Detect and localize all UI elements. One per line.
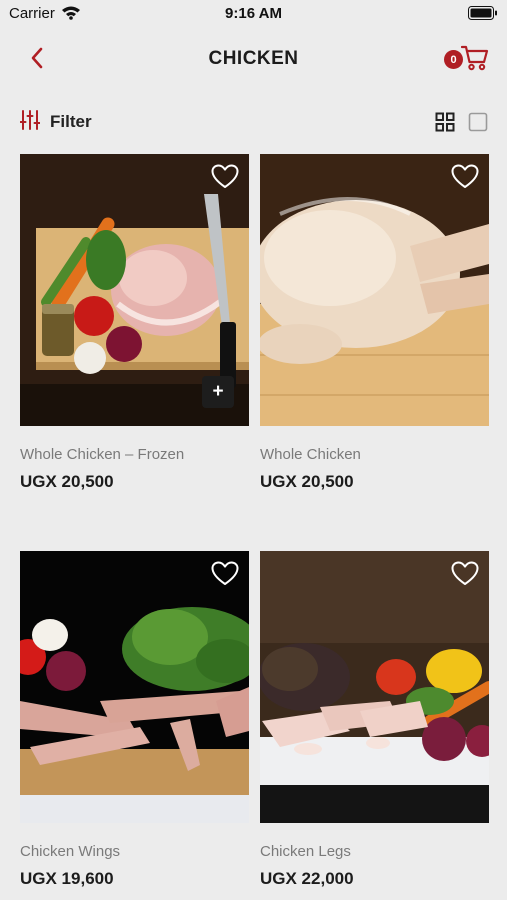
product-image xyxy=(260,154,489,426)
product-name: Chicken Wings xyxy=(20,843,121,860)
product-card[interactable]: Whole Chicken UGX 20,500 xyxy=(260,154,489,492)
product-name: Whole Chicken – Frozen xyxy=(20,446,185,463)
product-image xyxy=(20,551,249,823)
product-image xyxy=(260,551,489,823)
product-name: Whole Chicken xyxy=(260,446,361,463)
filter-label: Filter xyxy=(50,112,92,131)
product-card[interactable]: Chicken Wings UGX 19,600 xyxy=(20,551,249,889)
product-card[interactable]: + Whole Chicken – Frozen UGX 20,500 xyxy=(20,154,249,492)
grid-view-icon[interactable] xyxy=(435,112,455,137)
battery-icon xyxy=(468,6,498,25)
shopping-cart-icon xyxy=(460,45,489,76)
cart-button[interactable]: 0 xyxy=(442,44,490,74)
heart-outline-icon[interactable] xyxy=(211,561,239,587)
status-bar: Carrier 9:16 AM xyxy=(0,0,507,28)
heart-outline-icon[interactable] xyxy=(451,164,479,190)
product-image: + xyxy=(20,154,249,426)
filter-toolbar: Filter xyxy=(0,104,507,140)
product-price: UGX 22,000 xyxy=(260,869,354,888)
sliders-icon xyxy=(19,109,41,135)
heart-outline-icon[interactable] xyxy=(451,561,479,587)
product-price: UGX 19,600 xyxy=(20,869,114,888)
cart-count-badge: 0 xyxy=(444,50,463,69)
product-name: Chicken Legs xyxy=(260,843,351,860)
filter-button[interactable]: Filter xyxy=(19,109,92,135)
product-price: UGX 20,500 xyxy=(20,472,114,491)
list-view-icon[interactable] xyxy=(468,112,488,137)
heart-outline-icon[interactable] xyxy=(211,164,239,190)
navigation-bar: CHICKEN 0 xyxy=(0,36,507,82)
product-price: UGX 20,500 xyxy=(260,472,354,491)
add-to-cart-button[interactable]: + xyxy=(202,376,234,408)
page-title: CHICKEN xyxy=(208,48,299,69)
product-card[interactable]: Chicken Legs UGX 22,000 xyxy=(260,551,489,889)
status-time: 9:16 AM xyxy=(225,5,282,22)
